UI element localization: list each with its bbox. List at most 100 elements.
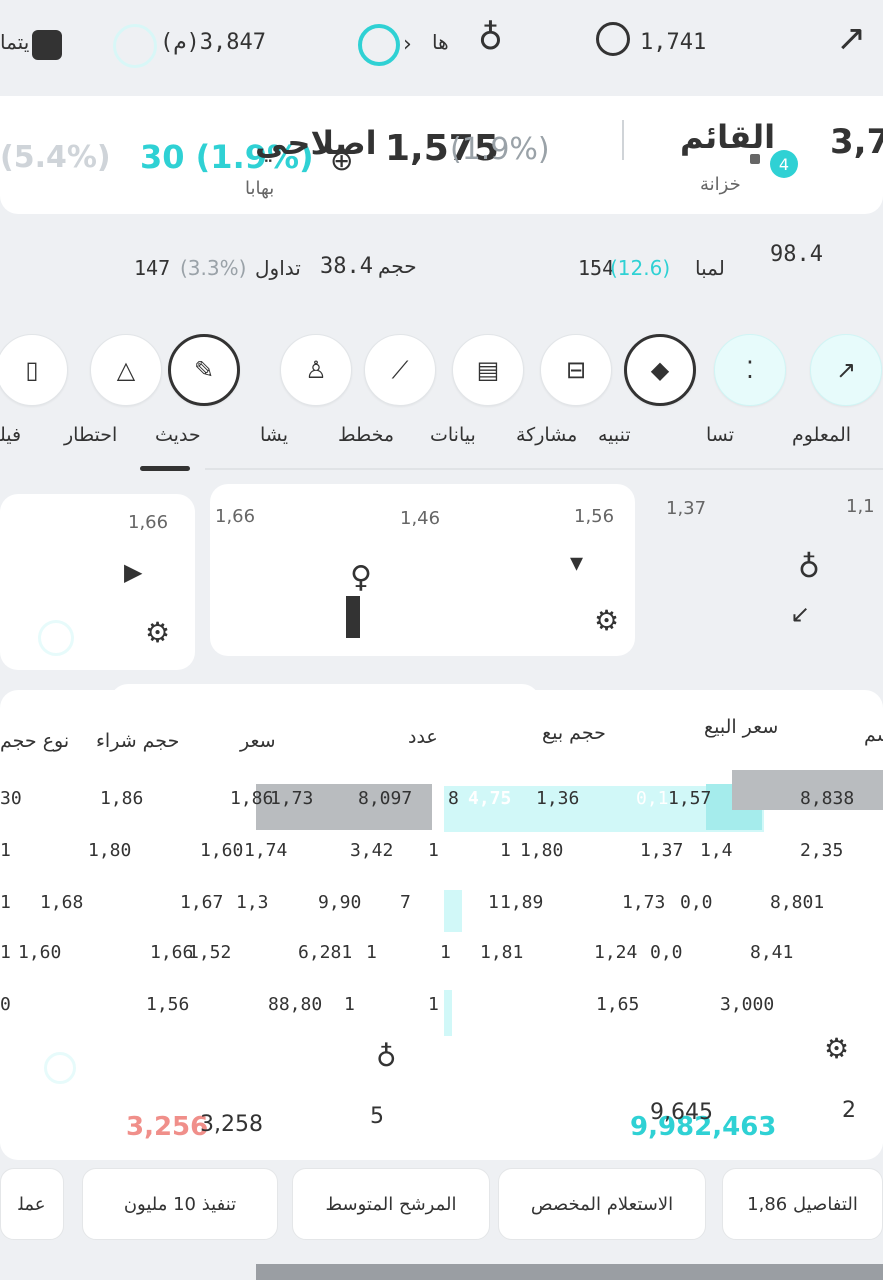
range-value-5: 1,1 — [846, 496, 875, 517]
cell-g: 1 — [500, 840, 511, 861]
header-price-percent: (1.9%) — [450, 132, 550, 167]
buy-count: 2 — [842, 1098, 856, 1123]
summary-right-value: 154 — [578, 256, 615, 280]
cell-c: 1,56 — [146, 994, 190, 1015]
orderbook-header-left — [110, 684, 540, 774]
action-button-0[interactable]: ﻋﻤﻠ — [0, 1168, 64, 1240]
tab-divider — [205, 468, 883, 470]
tool-user[interactable]: ♙ — [280, 334, 352, 406]
action-button-4[interactable]: ﺍﻟﺘﻔﺎﺻﯿﻞ 1,86 — [722, 1168, 883, 1240]
cell-j: 0,0 — [680, 892, 713, 913]
menu-icon[interactable]: ↗ — [836, 18, 866, 59]
cell-k: 8,838 — [800, 788, 855, 809]
verified-badge-text: 4 — [778, 154, 790, 174]
tool-label-3: ﯾﺸﺎ — [260, 424, 289, 446]
table-row[interactable]: 0 1,56 88,80 1 1 1,65 3,000 — [0, 994, 883, 1034]
summary-far-right: 98.4 — [770, 242, 823, 267]
cell-f: 1 — [366, 942, 377, 963]
sell-mid: 3,258 — [200, 1112, 263, 1137]
cell-e: 88,80 — [268, 994, 323, 1015]
buy-indicator-icon: ⚙ — [824, 1032, 850, 1065]
table-row[interactable]: 1 1,80 1,60 1,74 3,42 1 1 1,80 1,37 1,4 … — [0, 840, 883, 880]
cell-e: 8,097 — [358, 788, 413, 809]
tool-chart[interactable]: ⟋ — [364, 334, 436, 406]
ob-header-5: ﺳﻌﺮ ﺍﻟﺒﯿﻊ — [704, 716, 779, 738]
action-button-3-label: ﺍﻻﺳﺘﻌﻼﻡ ﺍﻟﻤﺨﺼﺺ — [530, 1193, 674, 1215]
range-value-2: 1,46 — [400, 508, 441, 529]
chevron-right-icon[interactable]: › — [403, 32, 412, 57]
cell-k: 3,000 — [720, 994, 775, 1015]
summary-card — [0, 228, 883, 308]
cell-f: 7 — [400, 892, 411, 913]
cell-i: 1,57 — [668, 788, 712, 809]
cell-i: 1,73 — [622, 892, 666, 913]
tool-share[interactable]: ⊟ — [540, 334, 612, 406]
table-row[interactable]: 1 1,60 1,66 1,52 6,281 1 1 1,81 1,24 0,0… — [0, 942, 883, 982]
cell-e: 6,281 — [298, 942, 353, 963]
action-button-2-label: ﺍﻟﻤﺮﺷﺢ ﺍﻟﻤﺘﻮﺳﻂ — [325, 1193, 457, 1215]
header-symbol: اﺻﻼﺣﻲ — [255, 124, 377, 162]
tool-alert[interactable]: △ — [90, 334, 162, 406]
settings-icon[interactable]: ⚙ — [145, 616, 170, 649]
cell-d: 1,3 — [236, 892, 269, 913]
play-arrow-icon[interactable]: ▶ — [124, 558, 142, 586]
tool-table[interactable]: ▤ — [452, 334, 524, 406]
header-right-sub: ﺧﺰﺍﻧﺔ — [700, 174, 741, 195]
action-button-4-label: ﺍﻟﺘﻔﺎﺻﯿﻞ 1,86 — [747, 1193, 858, 1215]
cell-i: 1,24 — [594, 942, 638, 963]
pin-icon[interactable]: ♁ — [478, 18, 508, 64]
tool-label-4: ﻣﺨﻄﻂ — [338, 424, 395, 446]
cell-j: 0,1 — [636, 788, 669, 809]
tool-label-2: ﺣﺪﯾﺚ — [155, 424, 201, 446]
verified-icon: 4 — [770, 150, 798, 178]
cell-h: 1,81 — [480, 942, 524, 963]
tool-pin[interactable]: ↗ — [810, 334, 882, 406]
ob-header-3: ﻋﺪﺩ — [408, 726, 438, 748]
header-prefix-percent: (5.4%) — [0, 140, 111, 175]
table-row[interactable]: 30 1,86 1,86 1,73 8,097 8 4,75 1,36 1,57… — [0, 788, 883, 828]
range-arrow-icon: ↙ — [790, 600, 811, 628]
cell-d: 1,74 — [244, 840, 288, 861]
summary-right-teal: (12.6) — [610, 256, 671, 280]
clock-icon[interactable] — [358, 24, 400, 66]
cell-a: 1 — [0, 892, 11, 913]
gear-icon[interactable]: ⚙ — [594, 604, 619, 637]
cell-j: 1,4 — [700, 840, 733, 861]
action-button-1[interactable]: ﺗﻨﻔﯿﺬ 10 ﻣﻠﯿﻮﻥ — [82, 1168, 278, 1240]
sell-total: 3,256 — [126, 1112, 209, 1142]
tool-label-6: ﻣﺸﺎﺭﮐﺔ — [516, 424, 578, 446]
cell-a: 1 — [0, 942, 11, 963]
ob-header-2: ﺳﻌﺮ — [240, 730, 276, 752]
refresh-icon[interactable] — [113, 24, 157, 68]
info-icon[interactable] — [38, 620, 74, 656]
bookmark-icon[interactable] — [622, 120, 632, 160]
cell-c: 1,66 — [150, 942, 194, 963]
cell-k: 2,35 — [800, 840, 844, 861]
tool-bell[interactable]: ◆ — [624, 334, 696, 406]
cell-c: 1,60 — [200, 840, 244, 861]
status-left-text: ﯾﺘﻤﺎ — [0, 30, 30, 54]
tool-label-1: ﺍﺣﺘﻄﺎﺭ — [64, 424, 118, 446]
range-handle-icon[interactable]: ♁ — [798, 550, 820, 585]
tool-dots[interactable]: ⁚ — [714, 334, 786, 406]
timer-icon[interactable] — [596, 22, 630, 56]
tool-label-8: ﺗﺴﺎ — [706, 424, 735, 446]
summary-left-percent: (3.3%) — [180, 256, 247, 280]
cell-a: 1 — [0, 840, 11, 861]
action-button-2[interactable]: ﺍﻟﻤﺮﺷﺢ ﺍﻟﻤﺘﻮﺳﻂ — [292, 1168, 490, 1240]
action-button-1-label: ﺗﻨﻔﯿﺬ 10 ﻣﻠﯿﻮﻥ — [123, 1193, 237, 1215]
range-value-4: 1,37 — [666, 498, 707, 519]
sell-count: 5 — [370, 1104, 384, 1129]
ob-header-6: ﺭﺳﻢ — [864, 724, 883, 746]
cell-a: 0 — [0, 994, 11, 1015]
action-button-3[interactable]: ﺍﻻﺳﺘﻌﻼﻡ ﺍﻟﻤﺨﺼﺺ — [498, 1168, 706, 1240]
table-row[interactable]: 1 1,68 1,67 1,3 9,90 7 1 1,89 1,73 0,0 8… — [0, 892, 883, 932]
cell-g: 1 — [440, 942, 451, 963]
cell-c: 1,86 — [230, 788, 274, 809]
wallet-icon[interactable] — [32, 30, 62, 60]
expand-icon[interactable] — [44, 1052, 76, 1084]
range-value-3: 1,56 — [574, 506, 615, 527]
header-right-value: 3,7 — [830, 122, 883, 162]
tool-edit[interactable]: ✎ — [168, 334, 240, 406]
tool-document[interactable]: ▯ — [0, 334, 68, 406]
